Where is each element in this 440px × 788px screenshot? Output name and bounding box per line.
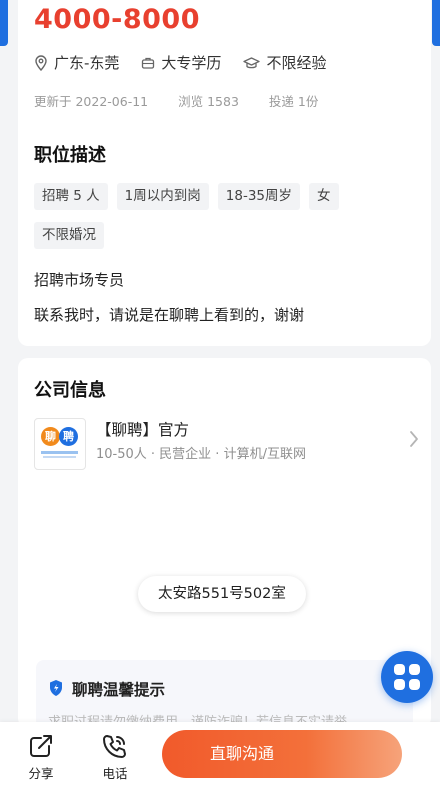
view-count: 浏览 1583 bbox=[178, 94, 239, 109]
meta-experience: 不限经验 bbox=[243, 52, 326, 73]
share-button[interactable]: 分享 bbox=[16, 732, 66, 782]
salary: 4000-8000 bbox=[34, 4, 200, 35]
phone-icon bbox=[103, 735, 126, 758]
updated-date: 更新于 2022-06-11 bbox=[34, 94, 149, 109]
logo-bar bbox=[41, 451, 78, 454]
job-card: 4000-8000 广东-东莞 大专学历 不限经验 更新于 2022-06-11… bbox=[18, 0, 431, 346]
top-left-accent bbox=[0, 0, 8, 46]
share-label: 分享 bbox=[28, 766, 54, 781]
floating-menu-button[interactable] bbox=[381, 651, 433, 703]
tag-start-time: 1周以内到岗 bbox=[116, 183, 209, 210]
description-line-2: 联系我时，请说是在聊聘上看到的，谢谢 bbox=[34, 306, 305, 324]
top-right-accent bbox=[432, 0, 440, 46]
logo-char-1: 聊 bbox=[41, 427, 60, 446]
meta-location: 广东-东莞 bbox=[34, 52, 119, 73]
tag-headcount: 招聘 5 人 bbox=[34, 183, 108, 210]
description-line-1: 招聘市场专员 bbox=[34, 271, 125, 289]
location-pin-icon bbox=[35, 54, 47, 71]
graduation-cap-icon bbox=[243, 56, 261, 68]
bottom-action-bar: 分享 电话 直聊沟通 bbox=[0, 722, 440, 788]
company-info: 10-50人 · 民营企业 · 计算机/互联网 bbox=[96, 447, 306, 462]
phone-button[interactable]: 电话 bbox=[90, 732, 140, 782]
company-section-title: 公司信息 bbox=[34, 380, 106, 401]
tip-title: 聊聘温馨提示 bbox=[72, 681, 166, 699]
tag-marital: 不限婚况 bbox=[34, 222, 104, 249]
meta-education: 大专学历 bbox=[141, 52, 221, 73]
logo-char-2: 聘 bbox=[59, 427, 78, 446]
experience-text: 不限经验 bbox=[266, 54, 327, 72]
tag-age: 18-35周岁 bbox=[217, 183, 300, 210]
briefcase-icon bbox=[142, 57, 155, 69]
direct-chat-button[interactable]: 直聊沟通 bbox=[162, 730, 402, 778]
share-icon bbox=[30, 735, 52, 757]
company-row[interactable]: 聊 聘 【聊聘】官方 10-50人 · 民营企业 · 计算机/互联网 bbox=[34, 414, 419, 470]
company-logo: 聊 聘 bbox=[34, 418, 86, 470]
requirement-tags: 招聘 5 人 1周以内到岗 18-35周岁 女 不限婚况 bbox=[34, 183, 424, 261]
shield-icon bbox=[50, 680, 62, 696]
company-card: 公司信息 聊 聘 【聊聘】官方 10-50人 · 民营企业 · 计算机/互联网 … bbox=[18, 358, 431, 728]
job-meta-row: 广东-东莞 大专学历 不限经验 bbox=[34, 52, 348, 73]
job-stats-row: 更新于 2022-06-11 浏览 1583 投递 1份 bbox=[34, 91, 348, 110]
chevron-right-icon bbox=[410, 431, 418, 447]
location-text: 广东-东莞 bbox=[54, 54, 120, 72]
description-title: 职位描述 bbox=[34, 145, 106, 166]
application-count: 投递 1份 bbox=[268, 94, 319, 109]
education-text: 大专学历 bbox=[161, 54, 222, 72]
company-name: 【聊聘】官方 bbox=[96, 421, 190, 439]
phone-label: 电话 bbox=[102, 766, 128, 781]
logo-bar-2 bbox=[43, 456, 76, 458]
tag-gender: 女 bbox=[309, 183, 339, 210]
address-pill[interactable]: 太安路551号502室 bbox=[138, 576, 306, 612]
tip-box: 聊聘温馨提示 求职过程请勿缴纳费用，谨防诈骗！若信息不实请举 bbox=[36, 660, 413, 728]
